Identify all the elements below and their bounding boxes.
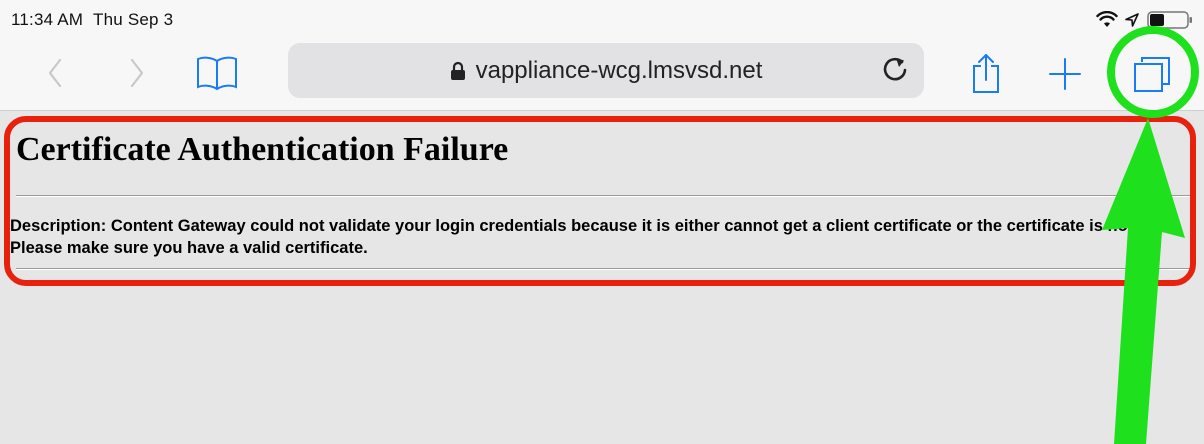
battery-icon (1147, 11, 1192, 29)
page-title: Certificate Authentication Failure (16, 131, 509, 168)
address-content: vappliance-wcg.lmsvsd.net (288, 43, 924, 98)
browser-chrome: 11:34 AM Thu Sep 3 vappliance-wcg.lmsvsd… (0, 0, 1204, 111)
status-date: Thu Sep 3 (93, 10, 174, 29)
tabs-button[interactable] (1130, 54, 1174, 94)
error-description: Description: Content Gateway could not v… (10, 217, 1180, 257)
reload-icon (883, 57, 907, 81)
share-button[interactable] (966, 50, 1006, 96)
plus-icon (1049, 58, 1081, 90)
status-time: 11:34 AM Thu Sep 3 (11, 10, 173, 30)
forward-button[interactable] (122, 55, 152, 91)
status-icons (1096, 10, 1194, 30)
chevron-right-icon (130, 58, 144, 88)
new-tab-button[interactable] (1046, 55, 1084, 93)
back-button[interactable] (40, 55, 70, 91)
bookmarks-button[interactable] (194, 52, 240, 94)
divider-bottom (16, 268, 1192, 270)
book-icon (197, 56, 237, 91)
reload-button[interactable] (880, 55, 910, 85)
url-text: vappliance-wcg.lmsvsd.net (475, 56, 763, 84)
lock-icon (450, 61, 465, 80)
tabs-overview-icon (1134, 57, 1170, 92)
page-content: Certificate Authentication Failure Descr… (0, 111, 1204, 444)
wifi-icon (1096, 11, 1118, 27)
status-clock: 11:34 AM (11, 10, 84, 29)
chevron-left-icon (48, 58, 62, 88)
share-icon (973, 54, 999, 93)
divider-top (16, 195, 1192, 197)
location-icon (1125, 13, 1139, 27)
address-bar[interactable]: vappliance-wcg.lmsvsd.net (288, 43, 924, 98)
